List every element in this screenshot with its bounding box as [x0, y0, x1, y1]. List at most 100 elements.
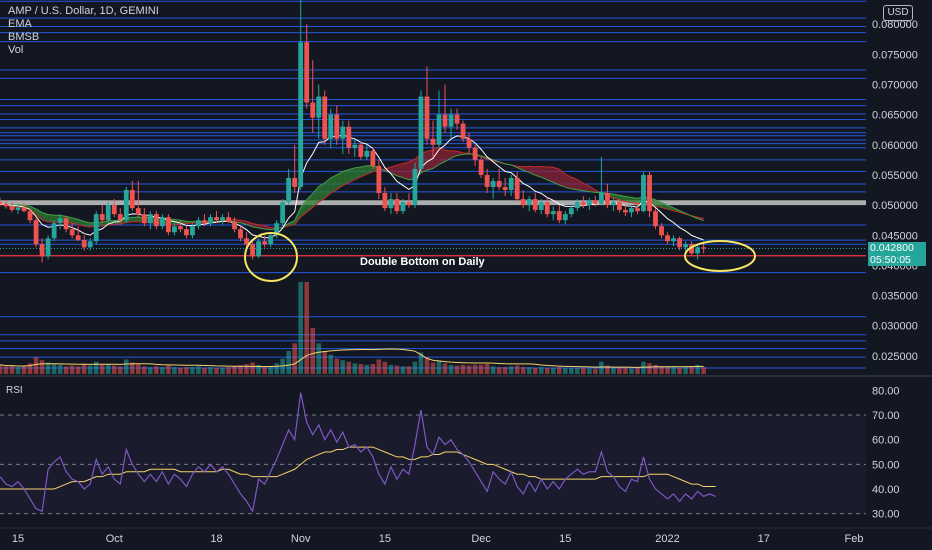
indicator-vol[interactable]: Vol	[8, 44, 159, 57]
price-tick-label: 0.045000	[872, 230, 918, 242]
resistance-band	[0, 200, 866, 206]
candle-body	[556, 211, 562, 221]
volume-bar	[581, 367, 586, 374]
candle-body	[574, 202, 580, 209]
symbol-title[interactable]: AMP / U.S. Dollar, 1D, GEMINI	[8, 5, 159, 18]
time-tick-label: 15	[12, 533, 24, 545]
volume-bar	[611, 367, 616, 374]
candle-body	[87, 241, 93, 248]
candle-body	[526, 199, 532, 206]
time-tick-label: 2022	[655, 533, 679, 545]
volume-bar	[671, 367, 676, 374]
time-tick-label: 17	[758, 533, 770, 545]
volume-bar	[274, 363, 279, 374]
volume-bar	[238, 365, 243, 374]
volume-bar	[310, 328, 316, 374]
volume-bar	[478, 364, 484, 374]
volume-bar	[262, 367, 267, 374]
volume-bar	[123, 359, 129, 374]
volume-bar	[617, 367, 622, 374]
candle-body	[208, 217, 213, 224]
price-tick-label: 0.070000	[872, 79, 918, 91]
volume-bar	[136, 364, 141, 374]
candle-body	[0, 202, 3, 204]
candle-body	[460, 123, 466, 139]
time-tick-label: Dec	[471, 533, 491, 545]
volume-bar	[172, 367, 177, 374]
volume-bar	[520, 367, 526, 374]
volume-bar	[202, 367, 207, 374]
price-tick-label: 0.050000	[872, 200, 918, 212]
candle-body	[605, 193, 610, 206]
price-tick-label: 0.030000	[872, 321, 918, 333]
candle-body	[520, 199, 526, 206]
price-tick-label: 0.025000	[872, 351, 918, 363]
candle-body	[220, 217, 225, 221]
candle-body	[334, 114, 340, 139]
volume-bar	[196, 366, 201, 374]
volume-bar	[677, 367, 682, 374]
rsi-tick-label: 80.00	[872, 385, 900, 397]
volume-bar	[81, 364, 87, 374]
candle-body	[81, 240, 87, 248]
volume-bar	[166, 365, 171, 374]
bmsb-segment	[48, 214, 55, 223]
time-tick-label: Oct	[106, 533, 123, 545]
volume-bar	[15, 367, 21, 374]
candle-body	[244, 238, 249, 245]
candle-body	[178, 226, 183, 230]
candle-body	[262, 241, 268, 245]
candle-body	[388, 199, 394, 209]
candle-body	[635, 208, 640, 212]
rsi-tick-label: 70.00	[872, 410, 900, 422]
indicator-ema[interactable]: EMA	[8, 18, 159, 31]
candle-body	[647, 174, 652, 212]
volume-bar	[665, 367, 670, 374]
candle-body	[424, 96, 430, 139]
indicator-bmsb[interactable]: BMSB	[8, 31, 159, 44]
candle-body	[27, 211, 33, 221]
candle-body	[683, 244, 688, 248]
candle-body	[671, 238, 676, 242]
candle-body	[454, 114, 460, 124]
candle-body	[268, 235, 274, 245]
volume-bar	[226, 367, 231, 374]
time-tick-label: 18	[210, 533, 222, 545]
volume-bar	[364, 364, 370, 374]
candle-body	[358, 144, 364, 157]
volume-bar	[286, 351, 291, 374]
candle-body	[502, 187, 508, 191]
currency-button[interactable]: USD	[883, 5, 913, 21]
candle-body	[214, 217, 219, 221]
candle-body	[544, 202, 550, 215]
candle-body	[328, 114, 334, 139]
volume-bar	[412, 361, 418, 374]
candle-body	[15, 207, 21, 210]
candle-body	[382, 193, 388, 209]
volume-bar	[93, 361, 99, 374]
candle-body	[117, 214, 123, 221]
volume-bar	[593, 368, 598, 374]
price-chart[interactable]: 0.0250000.0300000.0350000.0400000.045000…	[0, 0, 932, 550]
candle-body	[568, 208, 574, 215]
candle-body	[550, 211, 556, 215]
volume-bar	[424, 357, 430, 374]
candle-body	[135, 208, 141, 215]
volume-bar	[105, 364, 111, 374]
price-tick-label: 0.060000	[872, 140, 918, 152]
last-price-tag: 0.042800	[868, 242, 926, 254]
volume-bar	[334, 358, 340, 374]
volume-bar	[87, 365, 93, 374]
rsi-pane-label[interactable]: RSI	[6, 385, 23, 396]
volume-bar	[208, 367, 213, 374]
candle-body	[250, 244, 255, 257]
volume-bar	[3, 366, 9, 374]
candle-body	[184, 229, 189, 236]
candle-body	[418, 96, 424, 169]
volume-bar	[623, 367, 628, 374]
volume-bar	[184, 367, 189, 374]
candle-body	[280, 202, 286, 224]
volume-bar	[569, 367, 574, 374]
volume-bar	[322, 351, 328, 374]
volume-bar	[659, 366, 664, 374]
